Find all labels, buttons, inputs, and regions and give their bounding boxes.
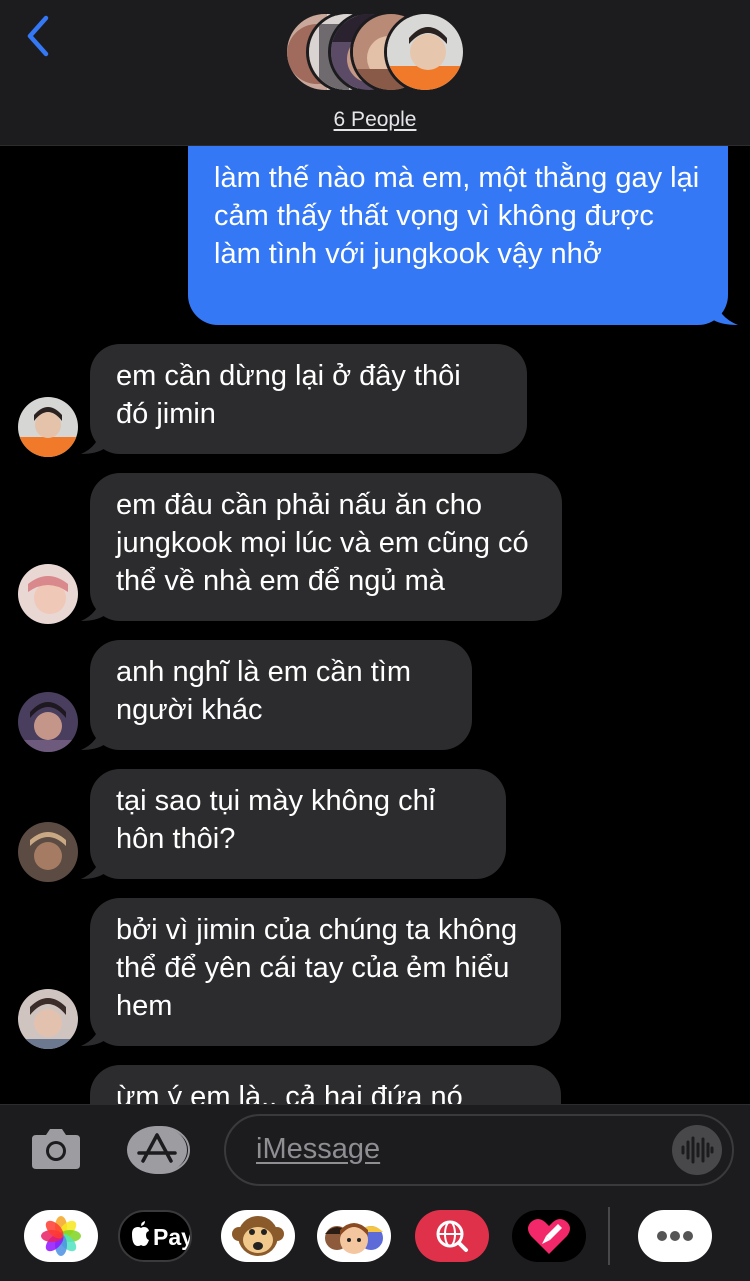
avatar[interactable] bbox=[18, 989, 78, 1049]
voice-memo-icon[interactable] bbox=[672, 1125, 722, 1175]
app-store-icon[interactable] bbox=[127, 1125, 191, 1175]
avatar[interactable] bbox=[18, 822, 78, 882]
message-list[interactable]: làm thế nào mà em, một thằng gay lại cảm… bbox=[0, 146, 750, 1104]
composer-bar: iMessage bbox=[0, 1104, 750, 1193]
more-apps-icon[interactable] bbox=[638, 1210, 712, 1262]
message-input[interactable]: iMessage bbox=[224, 1114, 734, 1186]
animoji-monkey-icon[interactable] bbox=[221, 1210, 295, 1262]
avatar[interactable] bbox=[18, 564, 78, 624]
bubble-tail bbox=[81, 724, 105, 750]
bubble-tail bbox=[81, 428, 105, 454]
message-text: tại sao tụi mày không chỉ hôn thôi? bbox=[116, 785, 436, 855]
avatar[interactable] bbox=[18, 397, 78, 457]
message-bubble-received[interactable]: anh nghĩ là em cần tìm người khác bbox=[81, 640, 472, 750]
group-avatars[interactable] bbox=[284, 11, 468, 95]
message-bubble-received[interactable]: ừm ý em là.. cả hai đứa nó bbox=[90, 1065, 561, 1104]
avatar[interactable] bbox=[18, 692, 78, 752]
message-text: em đâu cần phải nấu ăn cho jungkook mọi … bbox=[116, 489, 529, 597]
message-text: em cần dừng lại ở đây thôi đó jimin bbox=[116, 360, 461, 430]
digital-touch-icon[interactable] bbox=[512, 1210, 586, 1262]
bubble-tail bbox=[81, 1020, 105, 1046]
apple-pay-icon[interactable]: Pay bbox=[118, 1210, 192, 1262]
message-text: anh nghĩ là em cần tìm người khác bbox=[116, 656, 411, 726]
message-bubble-received[interactable]: em cần dừng lại ở đây thôi đó jimin bbox=[81, 344, 527, 454]
message-bubble-received[interactable]: em đâu cần phải nấu ăn cho jungkook mọi … bbox=[81, 473, 562, 621]
memoji-icon[interactable] bbox=[317, 1210, 391, 1262]
drawer-divider bbox=[608, 1207, 610, 1265]
bubble-tail bbox=[81, 853, 105, 879]
camera-icon[interactable] bbox=[30, 1125, 82, 1171]
chevron-left-icon[interactable] bbox=[22, 14, 62, 58]
bubble-tail bbox=[81, 595, 105, 621]
conversation-header: 6 People bbox=[0, 0, 750, 146]
message-bubble-received[interactable]: bởi vì jimin của chúng ta không thể để y… bbox=[81, 898, 561, 1046]
bubble-tail bbox=[712, 299, 738, 325]
message-text: bởi vì jimin của chúng ta không thể để y… bbox=[116, 914, 518, 1022]
group-avatar-5 bbox=[384, 11, 466, 93]
message-bubble-received[interactable]: tại sao tụi mày không chỉ hôn thôi? bbox=[81, 769, 506, 879]
message-bubble-sent[interactable]: làm thế nào mà em, một thằng gay lại cảm… bbox=[188, 146, 738, 325]
message-text: ừm ý em là.. cả hai đứa nó bbox=[116, 1081, 463, 1104]
message-text: làm thế nào mà em, một thằng gay lại cảm… bbox=[214, 162, 700, 270]
photos-icon[interactable] bbox=[24, 1210, 98, 1262]
people-count-link[interactable]: 6 People bbox=[0, 108, 750, 132]
app-drawer: Pay bbox=[0, 1193, 750, 1281]
apple-pay-label: Pay bbox=[153, 1224, 192, 1250]
web-search-icon[interactable] bbox=[415, 1210, 489, 1262]
input-placeholder: iMessage bbox=[256, 1133, 381, 1165]
